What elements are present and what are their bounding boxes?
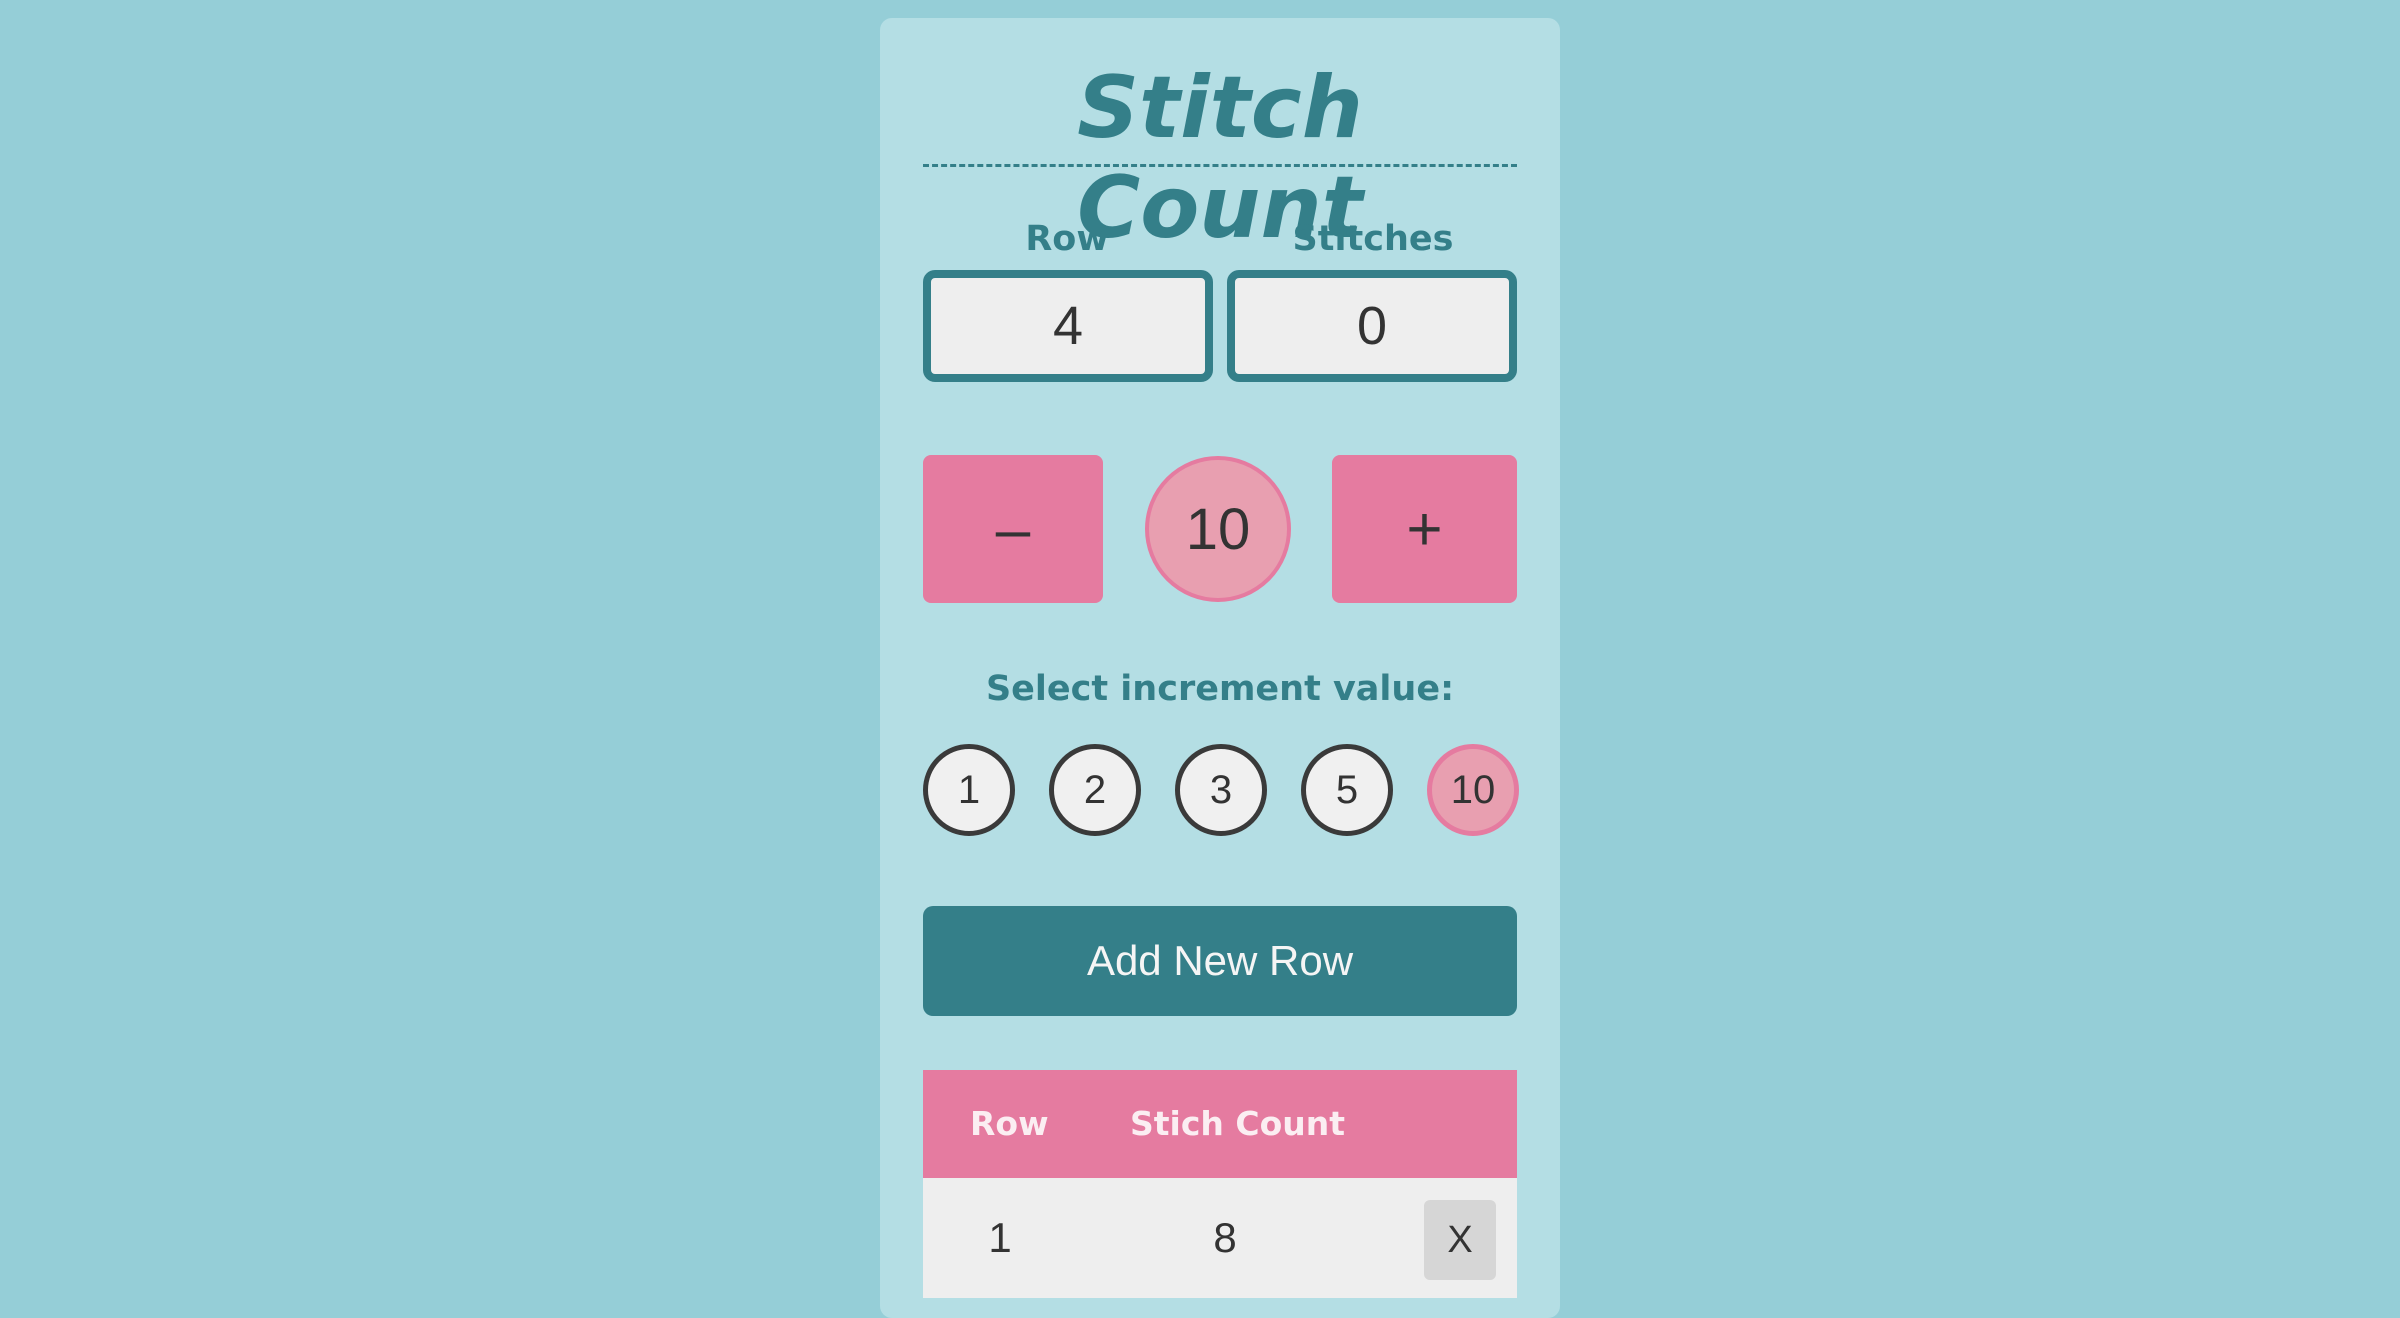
row-number-cell: 1 <box>988 1214 1012 1261</box>
column-header-stitch-count: Stich Count <box>1130 1104 1346 1143</box>
row-input[interactable]: 4 <box>923 270 1213 382</box>
increment-select-label: Select increment value: <box>985 669 1455 709</box>
column-header-row: Row <box>970 1104 1049 1143</box>
title-divider <box>923 164 1517 167</box>
stitches-input[interactable]: 0 <box>1227 270 1517 382</box>
increment-option-10[interactable]: 10 <box>1427 744 1519 836</box>
increment-option-1[interactable]: 1 <box>923 744 1015 836</box>
rows-table-header: Row Stich Count <box>923 1070 1517 1178</box>
decrement-button[interactable]: – <box>923 455 1103 603</box>
row-label: Row <box>1025 219 1109 259</box>
stitch-count-cell: 8 <box>1213 1214 1237 1261</box>
stitches-label: Stitches <box>1292 219 1454 259</box>
increment-option-2[interactable]: 2 <box>1049 744 1141 836</box>
stitch-counter-panel: Stitch Count Row Stitches 4 0 – 10 + Sel… <box>880 18 1560 1318</box>
table-row: 1 8 X <box>923 1178 1517 1298</box>
increment-display: 10 <box>1145 456 1291 602</box>
increment-option-5[interactable]: 5 <box>1301 744 1393 836</box>
increment-option-3[interactable]: 3 <box>1175 744 1267 836</box>
delete-row-button[interactable]: X <box>1424 1200 1496 1280</box>
add-new-row-button[interactable]: Add New Row <box>923 906 1517 1016</box>
increment-button[interactable]: + <box>1332 455 1517 603</box>
